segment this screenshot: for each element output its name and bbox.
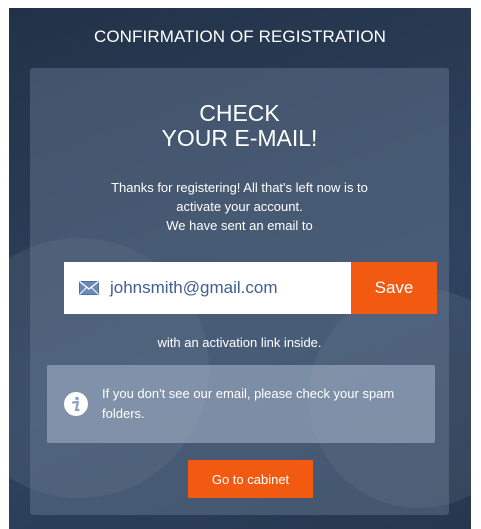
message-line: We have sent an email to: [166, 218, 313, 233]
go-to-cabinet-button[interactable]: Go to cabinet: [188, 460, 313, 498]
envelope-icon: [79, 281, 99, 295]
email-field[interactable]: johnsmith@gmail.com: [64, 262, 351, 314]
message-line: Thanks for registering! All that's left …: [111, 180, 368, 195]
save-button[interactable]: Save: [351, 262, 437, 314]
card-title-line: YOUR E-MAIL!: [161, 125, 318, 151]
email-value: johnsmith@gmail.com: [110, 278, 278, 297]
registration-panel: CONFIRMATION OF REGISTRATION CHECK YOUR …: [9, 8, 471, 529]
activation-link-text: with an activation link inside.: [157, 335, 322, 350]
card-title: CHECK YOUR E-MAIL!: [30, 101, 449, 151]
confirmation-card: CHECK YOUR E-MAIL! Thanks for registerin…: [30, 68, 449, 515]
notice-text: If you don't see our email, please check…: [102, 386, 395, 421]
registration-message: Thanks for registering! All that's left …: [30, 178, 449, 235]
email-row: johnsmith@gmail.com Save: [64, 262, 437, 314]
info-icon: [64, 392, 88, 416]
message-line: activate your account.: [176, 199, 303, 214]
page-title: CONFIRMATION OF REGISTRATION: [93, 27, 387, 46]
spam-notice: If you don't see our email, please check…: [47, 365, 435, 443]
card-title-line: CHECK: [199, 100, 280, 126]
